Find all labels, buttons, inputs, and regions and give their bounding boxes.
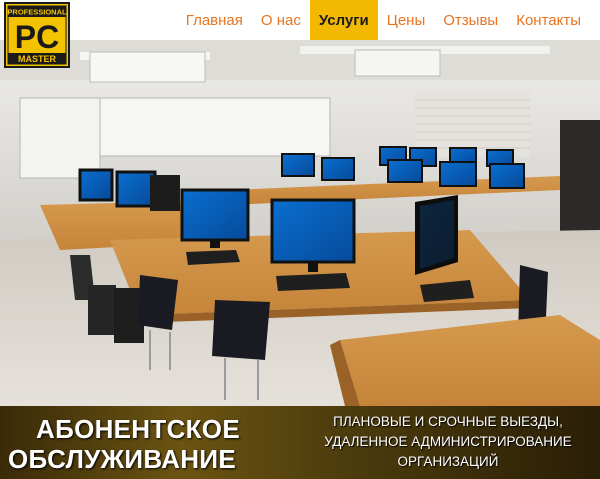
nav-item-contacts[interactable]: Контакты	[507, 0, 590, 40]
site-header: Главная О нас Услуги Цены Отзывы Контакт…	[0, 0, 600, 40]
banner-subtitle-line1: ПЛАНОВЫЕ И СРОЧНЫЕ ВЫЕЗДЫ,	[333, 414, 563, 429]
nav-item-home[interactable]: Главная	[177, 0, 252, 40]
nav-item-about[interactable]: О нас	[252, 0, 310, 40]
banner-subtitle: ПЛАНОВЫЕ И СРОЧНЫЕ ВЫЕЗДЫ, УДАЛЕННОЕ АДМ…	[300, 412, 596, 472]
banner-subtitle-line2: УДАЛЕННОЕ АДМИНИСТРИРОВАНИЕ	[324, 434, 572, 449]
banner-title-line1: АБОНЕНТСКОЕ	[36, 414, 240, 444]
main-nav: Главная О нас Услуги Цены Отзывы Контакт…	[177, 0, 590, 40]
banner-title: АБОНЕНТСКОЕ ОБСЛУЖИВАНИЕ	[8, 414, 278, 474]
service-banner: АБОНЕНТСКОЕ ОБСЛУЖИВАНИЕ ПЛАНОВЫЕ И СРОЧ…	[0, 406, 600, 479]
nav-item-reviews[interactable]: Отзывы	[434, 0, 507, 40]
banner-subtitle-line3: ОРГАНИЗАЦИЙ	[397, 454, 499, 469]
site-logo[interactable]: PROFESSIONAL PC MASTER	[4, 2, 70, 68]
svg-text:PC: PC	[15, 19, 59, 55]
nav-item-prices[interactable]: Цены	[378, 0, 435, 40]
svg-text:PROFESSIONAL: PROFESSIONAL	[7, 8, 67, 17]
nav-item-services[interactable]: Услуги	[309, 0, 378, 40]
svg-text:MASTER: MASTER	[18, 54, 57, 64]
hero-image-computer-classroom	[0, 40, 600, 406]
banner-title-line2: ОБСЛУЖИВАНИЕ	[8, 444, 236, 474]
